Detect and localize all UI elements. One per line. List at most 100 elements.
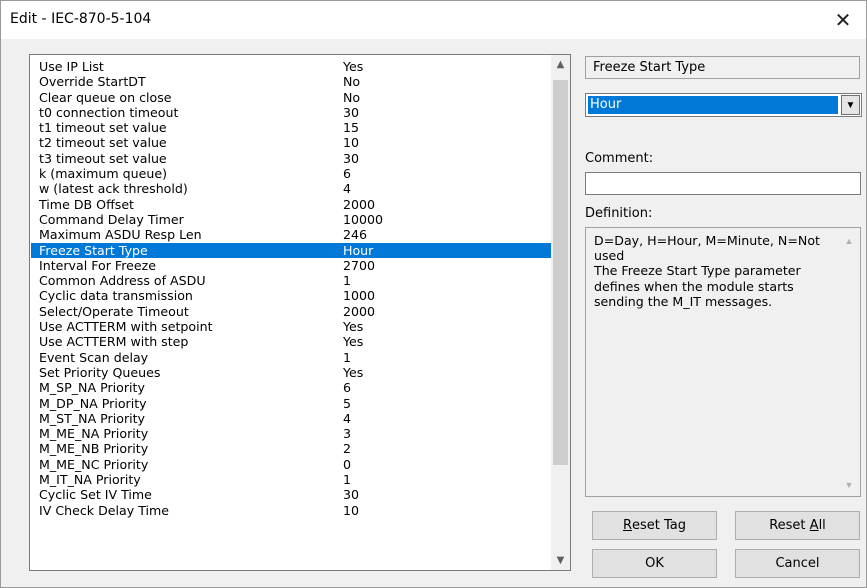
parameter-name: Interval For Freeze (39, 257, 156, 273)
parameter-name: Common Address of ASDU (39, 273, 206, 289)
parameter-rows: Use IP List Yes Override StartDT No Clear qu… (31, 59, 552, 518)
cancel-button[interactable]: Cancel (735, 549, 860, 578)
selected-parameter-name: Freeze Start Type (585, 56, 860, 79)
parameter-row[interactable]: Freeze Start Type Hour (31, 242, 552, 258)
parameter-name: t1 timeout set value (39, 120, 167, 136)
parameter-name: M_SP_NA Priority (39, 380, 145, 396)
chevron-down-icon[interactable]: ▼ (841, 95, 860, 115)
parameter-name: t0 connection timeout (39, 104, 179, 120)
parameter-name: Cyclic data transmission (39, 288, 193, 304)
definition-label: Definition: (585, 206, 653, 221)
parameter-value: 4 (343, 181, 352, 197)
parameter-row[interactable]: Event Scan delay 1 (31, 350, 552, 365)
ok-button[interactable]: OK (592, 549, 717, 578)
parameter-row[interactable]: Use IP List Yes (31, 59, 552, 74)
parameter-name: Command Delay Timer (39, 211, 184, 227)
parameter-name: M_ST_NA Priority (39, 410, 146, 426)
reset-tag-label: eset Tag (632, 518, 687, 533)
value-select-text: Hour (588, 96, 838, 114)
parameter-row[interactable]: Cyclic Set IV Time 30 (31, 487, 552, 502)
parameter-name: M_ME_NA Priority (39, 426, 149, 442)
parameter-value: 2700 (343, 257, 376, 273)
parameter-name: Clear queue on close (39, 89, 172, 105)
parameter-row[interactable]: t0 connection timeout 30 (31, 105, 552, 120)
definition-box[interactable]: D=Day, H=Hour, M=Minute, N=Not used The … (585, 227, 861, 497)
comment-input[interactable] (585, 172, 861, 195)
parameter-value: 1 (343, 472, 352, 488)
parameter-row[interactable]: M_ME_NC Priority 0 (31, 457, 552, 472)
definition-scroll-down-icon[interactable]: ▼ (840, 476, 858, 494)
parameter-value: 246 (343, 227, 368, 243)
reset-tag-button[interactable]: Reset Tag (592, 511, 717, 540)
parameter-name: t3 timeout set value (39, 150, 167, 166)
parameter-name: Maximum ASDU Resp Len (39, 227, 202, 243)
parameter-row[interactable]: Interval For Freeze 2700 (31, 258, 552, 273)
parameter-name: Override StartDT (39, 74, 146, 90)
parameter-name: t2 timeout set value (39, 135, 167, 151)
parameter-row[interactable]: t3 timeout set value 30 (31, 151, 552, 166)
parameter-row[interactable]: M_ME_NA Priority 3 (31, 426, 552, 441)
parameter-value: No (343, 74, 361, 90)
parameter-row[interactable]: Cyclic data transmission 1000 (31, 288, 552, 303)
parameter-name: M_DP_NA Priority (39, 395, 147, 411)
parameter-row[interactable]: M_IT_NA Priority 1 (31, 472, 552, 487)
parameter-row[interactable]: k (maximum queue) 6 (31, 166, 552, 181)
reset-all-label: ll (818, 518, 826, 533)
parameter-value: 1 (343, 349, 352, 365)
parameter-name: Freeze Start Type (39, 242, 148, 258)
parameter-row[interactable]: Clear queue on close No (31, 90, 552, 105)
reset-tag-mnemonic: R (622, 518, 633, 533)
parameter-value: 10 (343, 502, 360, 518)
parameter-row[interactable]: Select/Operate Timeout 2000 (31, 304, 552, 319)
window-title: Edit - IEC-870-5-104 (10, 11, 152, 27)
reset-all-prefix: Reset (769, 518, 810, 533)
scrollbar-thumb[interactable] (553, 80, 568, 465)
parameter-row[interactable]: M_ST_NA Priority 4 (31, 411, 552, 426)
parameter-row[interactable]: t2 timeout set value 10 (31, 135, 552, 150)
parameter-row[interactable]: w (latest ack threshold) 4 (31, 181, 552, 196)
definition-text: D=Day, H=Hour, M=Minute, N=Not used The … (594, 233, 820, 309)
reset-all-button[interactable]: Reset All (735, 511, 860, 540)
parameter-row[interactable]: Common Address of ASDU 1 (31, 273, 552, 288)
parameter-name: M_ME_NC Priority (39, 456, 149, 472)
scroll-up-icon[interactable]: ▲ (551, 55, 570, 74)
parameter-row[interactable]: IV Check Delay Time 10 (31, 503, 552, 518)
parameter-row[interactable]: Use ACTTERM with step Yes (31, 334, 552, 349)
parameter-row[interactable]: Override StartDT No (31, 74, 552, 89)
parameter-value: 2000 (343, 303, 376, 319)
value-select[interactable]: Hour ▼ (585, 93, 862, 117)
parameter-name: M_ME_NB Priority (39, 441, 149, 457)
title-bar[interactable]: Edit - IEC-870-5-104 ✕ (1, 1, 866, 39)
parameter-value: 2000 (343, 196, 376, 212)
parameter-row[interactable]: Set Priority Queues Yes (31, 365, 552, 380)
parameter-name: k (maximum queue) (39, 166, 168, 182)
scroll-down-icon[interactable]: ▼ (551, 551, 570, 570)
parameter-row[interactable]: t1 timeout set value 15 (31, 120, 552, 135)
vertical-scrollbar[interactable]: ▲ ▼ (551, 55, 570, 570)
parameter-value: 6 (343, 380, 352, 396)
parameter-list[interactable]: Use IP List Yes Override StartDT No Clear qu… (29, 54, 571, 571)
parameter-value: 3 (343, 426, 352, 442)
parameter-row[interactable]: M_SP_NA Priority 6 (31, 380, 552, 395)
parameter-value: No (343, 89, 361, 105)
parameter-row[interactable]: M_ME_NB Priority 2 (31, 441, 552, 456)
parameter-value: 6 (343, 166, 352, 182)
parameter-value: 30 (343, 104, 360, 120)
parameter-value: 15 (343, 120, 360, 136)
definition-scroll-up-icon[interactable]: ▲ (840, 232, 858, 250)
close-icon: ✕ (834, 8, 852, 32)
parameter-name: Select/Operate Timeout (39, 303, 189, 319)
close-button[interactable]: ✕ (820, 1, 866, 39)
parameter-value: 0 (343, 456, 352, 472)
reset-all-mnemonic: A (809, 518, 819, 533)
parameter-value: 5 (343, 395, 352, 411)
parameter-row[interactable]: M_DP_NA Priority 5 (31, 396, 552, 411)
parameter-row[interactable]: Maximum ASDU Resp Len 246 (31, 227, 552, 242)
parameter-row[interactable]: Use ACTTERM with setpoint Yes (31, 319, 552, 334)
parameter-name: Cyclic Set IV Time (39, 487, 152, 503)
parameter-name: M_IT_NA Priority (39, 472, 141, 488)
parameter-row[interactable]: Command Delay Timer 10000 (31, 212, 552, 227)
parameter-row[interactable]: Time DB Offset 2000 (31, 197, 552, 212)
parameter-value: 2 (343, 441, 352, 457)
parameter-value: Yes (343, 59, 364, 74)
